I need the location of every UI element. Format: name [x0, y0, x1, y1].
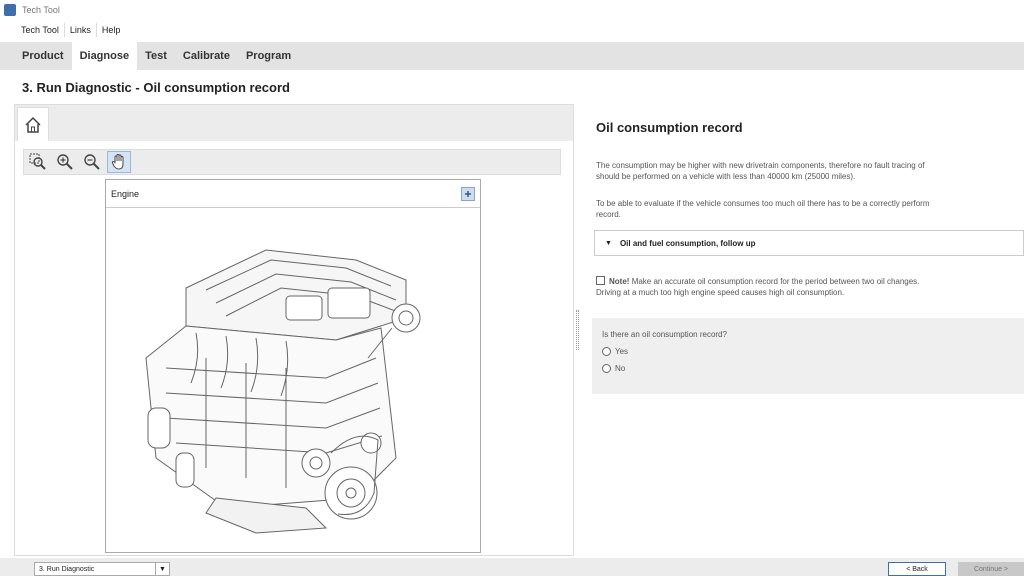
radio-no[interactable] [602, 364, 611, 373]
back-button[interactable]: < Back [888, 562, 946, 576]
note-icon [596, 276, 605, 285]
info-text-1b: should be performed on a vehicle with le… [596, 172, 856, 181]
title-bar: Tech Tool [0, 0, 1024, 20]
note-line-2: Driving at a much too high engine speed … [596, 288, 845, 297]
tab-diagnose[interactable]: Diagnose [71, 42, 138, 70]
tab-program[interactable]: Program [238, 42, 299, 70]
home-button[interactable] [17, 107, 49, 141]
menu-tech-tool[interactable]: Tech Tool [16, 23, 65, 37]
option-no-label: No [615, 364, 626, 373]
engine-panel-title: Engine [111, 188, 140, 199]
zoom-area-button[interactable] [26, 151, 50, 173]
radio-yes[interactable] [602, 347, 611, 356]
pan-button[interactable] [107, 151, 131, 173]
menu-help[interactable]: Help [97, 23, 126, 37]
page-title: 3. Run Diagnostic - Oil consumption reco… [22, 80, 290, 95]
main-tab-bar: Product Diagnose Test Calibrate Program [0, 42, 1024, 70]
section-title: Oil consumption record [596, 120, 743, 135]
window-title: Tech Tool [22, 5, 60, 15]
home-strip [15, 105, 573, 141]
engine-panel-header: Engine [106, 180, 480, 208]
tab-calibrate[interactable]: Calibrate [175, 42, 238, 70]
option-yes-label: Yes [615, 347, 629, 356]
expand-button[interactable] [461, 186, 475, 201]
zoom-in-icon [57, 154, 73, 170]
bottom-bar: 3. Run Diagnostic ▼ < Back Continue > [0, 558, 1024, 576]
tab-product[interactable]: Product [14, 42, 72, 70]
plus-icon [465, 190, 471, 197]
engine-illustration [145, 249, 421, 534]
app-icon [4, 4, 16, 16]
diagram-pane: Engine [14, 104, 574, 556]
option-no[interactable]: No [602, 364, 1014, 373]
engine-panel: Engine [105, 179, 481, 553]
step-select-value: 3. Run Diagnostic [39, 565, 95, 573]
info-pane: Oil consumption record The consumption m… [592, 104, 1024, 556]
continue-button[interactable]: Continue > [958, 562, 1024, 576]
pan-hand-icon [111, 153, 124, 170]
home-icon [25, 116, 41, 133]
caret-down-icon: ▼ [605, 239, 612, 247]
option-yes[interactable]: Yes [602, 347, 1014, 356]
pane-splitter[interactable] [576, 310, 579, 350]
info-text-2a: To be able to evaluate if the vehicle co… [596, 199, 930, 208]
info-text-1a: The consumption may be higher with new d… [596, 161, 925, 170]
note-line-1: Make an accurate oil consumption record … [631, 277, 920, 286]
image-toolbar [23, 149, 561, 175]
zoom-area-icon [29, 153, 46, 170]
zoom-out-icon [84, 154, 100, 170]
menu-bar: Tech Tool Links Help [0, 20, 1024, 40]
info-text-2b: record. [596, 210, 621, 219]
follow-up-dropdown[interactable]: ▼ Oil and fuel consumption, follow up [594, 230, 1024, 256]
note-label: Note! [609, 277, 630, 286]
note: Note! Make an accurate oil consumption r… [596, 276, 1024, 298]
zoom-in-button[interactable] [53, 151, 77, 173]
tab-test[interactable]: Test [137, 42, 175, 70]
question-box: Is there an oil consumption record? Yes … [592, 318, 1024, 394]
dropdown-label: Oil and fuel consumption, follow up [619, 238, 756, 248]
menu-links[interactable]: Links [65, 23, 97, 37]
step-select[interactable]: 3. Run Diagnostic ▼ [34, 562, 170, 576]
question-text: Is there an oil consumption record? [602, 330, 727, 339]
chevron-down-icon: ▼ [155, 563, 169, 575]
zoom-out-button[interactable] [80, 151, 104, 173]
